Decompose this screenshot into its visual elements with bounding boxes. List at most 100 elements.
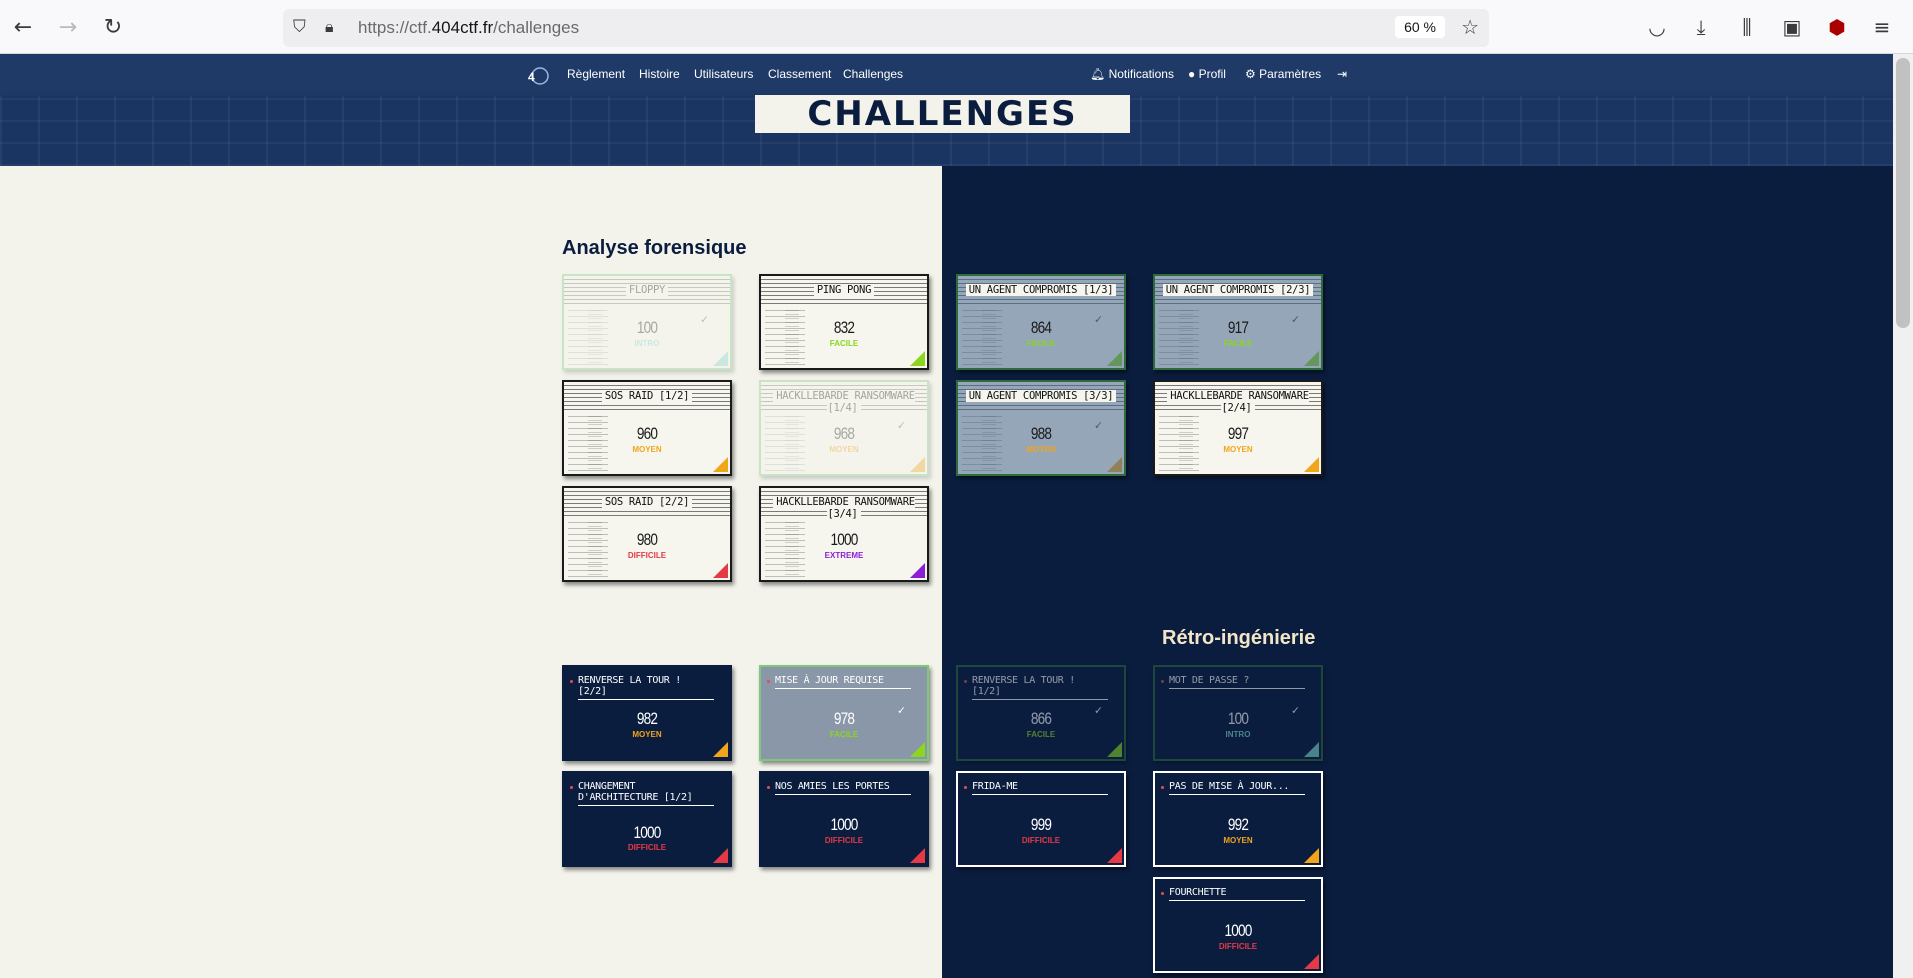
- url-text[interactable]: https://ctf.404ctf.fr/challenges: [358, 18, 579, 38]
- card-title: FRIDA-ME: [972, 781, 1108, 795]
- card-points: 866: [1030, 709, 1052, 728]
- difficulty-corner: [713, 457, 728, 472]
- scrollbar-thumb[interactable]: [1896, 58, 1910, 328]
- nav-histoire[interactable]: Histoire: [639, 67, 680, 81]
- card-title-text: NOS AMIES LES PORTES: [775, 781, 890, 792]
- card-title: UN AGENT COMPROMIS [1/3]: [958, 284, 1124, 296]
- difficulty-corner: [713, 563, 728, 578]
- challenge-card[interactable]: MOT DE PASSE ? ✓ 100 INTRO: [1153, 665, 1323, 761]
- nav-reglement[interactable]: Règlement: [567, 67, 625, 81]
- challenge-card[interactable]: HACKLLEBARDE RANSOMWARE [2/4] 997 MOYEN: [1153, 380, 1323, 476]
- challenge-card[interactable]: MISE À JOUR REQUISE ✓ 978 FACILE: [759, 665, 929, 761]
- bullet-dot: [964, 680, 967, 683]
- difficulty-corner: [1304, 351, 1319, 366]
- card-title-text: MOT DE PASSE ?: [1169, 675, 1250, 686]
- nav-parametres[interactable]: ⚙ Paramètres: [1245, 67, 1321, 81]
- page-title: CHALLENGES: [755, 94, 1130, 134]
- bookmark-star-icon[interactable]: ☆: [1461, 15, 1479, 39]
- url-bar[interactable]: ⛉ 🔒︎ https://ctf.404ctf.fr/challenges 60…: [283, 9, 1489, 47]
- card-points: 100: [1227, 709, 1249, 728]
- difficulty-label: FACILE: [1026, 730, 1056, 739]
- download-icon[interactable]: ⤓: [1687, 13, 1715, 41]
- difficulty-label: MOYEN: [632, 445, 662, 454]
- challenge-card[interactable]: FLOPPY ✓ 100 INTRO: [562, 274, 732, 370]
- card-title: MOT DE PASSE ?: [1169, 675, 1305, 689]
- card-title: MISE À JOUR REQUISE: [775, 675, 911, 689]
- nav-classement[interactable]: Classement: [768, 67, 831, 81]
- bullet-dot: [1161, 680, 1164, 683]
- challenge-card[interactable]: RENVERSE LA TOUR ! [2/2] 982 MOYEN: [562, 665, 732, 761]
- ctf-logo[interactable]: 4: [526, 66, 550, 86]
- card-points: 992: [1227, 815, 1249, 834]
- back-icon[interactable]: ←: [8, 12, 38, 42]
- challenge-card[interactable]: PAS DE MISE À JOUR... 992 MOYEN: [1153, 771, 1323, 867]
- lock-icon[interactable]: 🔒︎: [325, 17, 334, 37]
- difficulty-label: DIFFICILE: [1218, 942, 1258, 951]
- nav-notifications[interactable]: 🔔︎ Notifications: [1090, 67, 1174, 81]
- card-title: FOURCHETTE: [1169, 887, 1305, 901]
- card-title-text: CHANGEMENT D'ARCHITECTURE [1/2]: [578, 781, 693, 803]
- difficulty-corner: [1304, 742, 1319, 757]
- difficulty-label: MOYEN: [1223, 836, 1253, 845]
- card-title: CHANGEMENT D'ARCHITECTURE [1/2]: [578, 781, 714, 806]
- difficulty-corner: [1107, 742, 1122, 757]
- challenge-card[interactable]: HACKLLEBARDE RANSOMWARE [1/4] ✓ 968 MOYEN: [759, 380, 929, 476]
- browser-toolbar: ← → ↻ ⛉ 🔒︎ https://ctf.404ctf.fr/challen…: [0, 0, 1913, 54]
- card-title: UN AGENT COMPROMIS [3/3]: [958, 390, 1124, 402]
- card-title-text: SOS RAID [1/2]: [601, 390, 693, 402]
- nav-challenges[interactable]: Challenges: [843, 67, 903, 81]
- card-title: RENVERSE LA TOUR ! [1/2]: [972, 675, 1108, 700]
- challenge-card[interactable]: SOS RAID [2/2] 980 DIFFICILE: [562, 486, 732, 582]
- card-title: SOS RAID [1/2]: [564, 390, 730, 402]
- menu-icon[interactable]: ≡: [1868, 13, 1896, 41]
- difficulty-corner: [1107, 351, 1122, 366]
- site-navbar: 4 Règlement Histoire Utilisateurs Classe…: [0, 54, 1893, 96]
- challenge-card[interactable]: UN AGENT COMPROMIS [2/3] ✓ 917 FACILE: [1153, 274, 1323, 370]
- difficulty-label: FACILE: [829, 730, 859, 739]
- logout-icon[interactable]: ⇥: [1337, 67, 1347, 81]
- card-points: 864: [1030, 318, 1052, 337]
- difficulty-label: MOYEN: [1026, 445, 1056, 454]
- card-title: RENVERSE LA TOUR ! [2/2]: [578, 675, 714, 700]
- pocket-icon[interactable]: ◡: [1643, 13, 1671, 41]
- difficulty-label: MOYEN: [1223, 445, 1253, 454]
- difficulty-label: DIFFICILE: [1021, 836, 1061, 845]
- library-icon[interactable]: ⫼: [1733, 13, 1761, 41]
- challenge-card[interactable]: PING PONG 832 FACILE: [759, 274, 929, 370]
- challenge-card[interactable]: FRIDA-ME 999 DIFFICILE: [956, 771, 1126, 867]
- challenge-card[interactable]: HACKLLEBARDE RANSOMWARE [3/4] 1000 EXTREME: [759, 486, 929, 582]
- shield-icon[interactable]: ⛉: [293, 17, 306, 37]
- reload-icon[interactable]: ↻: [98, 12, 128, 42]
- card-title: UN AGENT COMPROMIS [2/3]: [1155, 284, 1321, 296]
- challenge-card[interactable]: NOS AMIES LES PORTES 1000 DIFFICILE: [759, 771, 929, 867]
- difficulty-label: MOYEN: [829, 445, 859, 454]
- bullet-dot: [1161, 892, 1164, 895]
- card-points: 1000: [633, 823, 661, 842]
- forward-icon[interactable]: →: [53, 12, 83, 42]
- card-title-text: FOURCHETTE: [1169, 887, 1227, 898]
- ublock-icon[interactable]: ⬢: [1823, 13, 1851, 41]
- card-title-text: HACKLLEBARDE RANSOMWARE [3/4]: [773, 496, 915, 520]
- card-points: 978: [833, 709, 855, 728]
- card-points: 980: [636, 530, 658, 549]
- challenge-card[interactable]: UN AGENT COMPROMIS [3/3] ✓ 988 MOYEN: [956, 380, 1126, 476]
- challenge-card[interactable]: CHANGEMENT D'ARCHITECTURE [1/2] 1000 DIFFI…: [562, 771, 732, 867]
- difficulty-corner: [1107, 457, 1122, 472]
- card-title-text: FRIDA-ME: [972, 781, 1018, 792]
- bitwarden-icon[interactable]: ▣: [1778, 13, 1806, 41]
- card-title-text: MISE À JOUR REQUISE: [775, 675, 884, 686]
- difficulty-label: FACILE: [1026, 339, 1056, 348]
- card-title-text: HACKLLEBARDE RANSOMWARE [2/4]: [1167, 390, 1309, 414]
- zoom-level[interactable]: 60 %: [1395, 16, 1445, 38]
- card-points: 917: [1227, 318, 1249, 337]
- card-points: 1000: [830, 815, 858, 834]
- challenge-card[interactable]: RENVERSE LA TOUR ! [1/2] ✓ 866 FACILE: [956, 665, 1126, 761]
- nav-utilisateurs[interactable]: Utilisateurs: [694, 67, 753, 81]
- card-title: FLOPPY: [564, 284, 730, 296]
- nav-profil[interactable]: ● Profil: [1188, 67, 1226, 81]
- challenge-card[interactable]: FOURCHETTE 1000 DIFFICILE: [1153, 877, 1323, 973]
- card-points: 1000: [830, 530, 858, 549]
- challenge-card[interactable]: SOS RAID [1/2] 960 MOYEN: [562, 380, 732, 476]
- challenge-card[interactable]: UN AGENT COMPROMIS [1/3] ✓ 864 FACILE: [956, 274, 1126, 370]
- difficulty-corner: [1107, 848, 1122, 863]
